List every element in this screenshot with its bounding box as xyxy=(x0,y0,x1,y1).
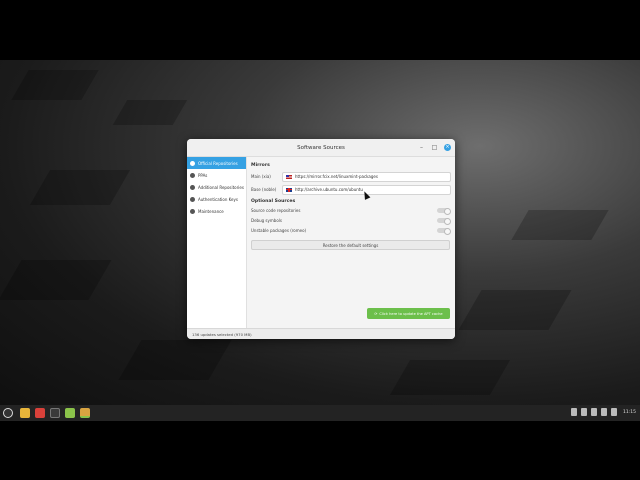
debug-symbols-label: Debug symbols xyxy=(251,217,282,223)
gb-flag-icon xyxy=(286,187,292,192)
refresh-icon: ⟳ xyxy=(374,311,378,316)
sidebar-item-official-repositories[interactable]: Official Repositories xyxy=(187,157,246,169)
ppa-icon xyxy=(190,172,195,178)
base-mirror-row: Base (noble) http://archive.ubuntu.com/u… xyxy=(251,184,451,195)
window-title: Software Sources xyxy=(297,144,345,151)
update-manager-icon[interactable] xyxy=(65,408,75,418)
shield-icon[interactable] xyxy=(581,408,588,416)
menu-icon[interactable] xyxy=(3,408,13,418)
optional-source-row: Debug symbols xyxy=(251,215,451,225)
update-apt-cache-button[interactable]: ⟳ Click here to update the APT cache xyxy=(367,308,450,319)
minimize-button[interactable]: – xyxy=(418,144,425,151)
maximize-button[interactable]: □ xyxy=(431,144,438,151)
sidebar-item-label: Additional Repositories xyxy=(198,184,244,190)
unstable-packages-label: Unstable packages (romeo) xyxy=(251,227,307,233)
software-sources-icon[interactable] xyxy=(80,408,90,418)
source-code-label: Source code repositories xyxy=(251,207,301,213)
title-bar[interactable]: Software Sources – □ × xyxy=(187,139,455,157)
main-mirror-url: https://mirror.fcix.net/linuxmint-packag… xyxy=(295,174,378,179)
maintenance-icon xyxy=(190,208,195,214)
source-code-toggle[interactable] xyxy=(437,207,451,215)
sidebar-item-label: Authentication Keys xyxy=(198,196,238,202)
update-apt-cache-label: Click here to update the APT cache xyxy=(379,311,443,316)
optional-sources-heading: Optional Sources xyxy=(251,199,296,204)
optional-source-row: Source code repositories xyxy=(251,205,451,215)
close-button[interactable]: × xyxy=(444,144,451,151)
restore-defaults-button[interactable]: Restore the default settings xyxy=(251,240,450,250)
status-bar: 136 updates selected (970 MB) xyxy=(187,328,455,339)
main-mirror-label: Main (xia) xyxy=(251,174,271,179)
sidebar-item-additional-repositories[interactable]: Additional Repositories xyxy=(187,181,246,193)
sidebar-item-label: PPAs xyxy=(198,172,208,178)
update-status-icon[interactable] xyxy=(591,408,598,416)
taskbar: 11:15 xyxy=(0,405,640,421)
sidebar-item-label: Maintenance xyxy=(198,208,224,214)
desktop-tile xyxy=(11,70,99,100)
terminal-icon[interactable] xyxy=(50,408,60,418)
network-icon[interactable] xyxy=(601,408,608,416)
base-mirror-url: http://archive.ubuntu.com/ubuntu xyxy=(295,187,363,192)
additional-repos-icon xyxy=(190,184,195,190)
optional-source-row: Unstable packages (romeo) xyxy=(251,225,451,235)
clock[interactable]: 11:15 xyxy=(623,410,636,415)
mirrors-heading: Mirrors xyxy=(251,163,270,168)
system-tray: 11:15 xyxy=(571,408,636,416)
volume-icon[interactable] xyxy=(611,408,618,416)
main-mirror-button[interactable]: https://mirror.fcix.net/linuxmint-packag… xyxy=(282,171,451,182)
desktop-tile xyxy=(118,340,232,380)
software-manager-icon[interactable] xyxy=(35,408,45,418)
sidebar-item-authentication-keys[interactable]: Authentication Keys xyxy=(187,193,246,205)
sidebar: Official Repositories PPAs Additional Re… xyxy=(187,157,247,328)
clipboard-icon[interactable] xyxy=(571,408,578,416)
base-mirror-label: Base (noble) xyxy=(251,187,277,192)
desktop-tile xyxy=(29,170,131,205)
files-icon[interactable] xyxy=(20,408,30,418)
desktop-tile xyxy=(458,290,572,330)
desktop-tile xyxy=(112,100,188,125)
desktop-tile xyxy=(389,360,511,395)
unstable-packages-toggle[interactable] xyxy=(437,227,451,235)
sidebar-item-ppas[interactable]: PPAs xyxy=(187,169,246,181)
key-icon xyxy=(190,196,195,202)
sidebar-item-maintenance[interactable]: Maintenance xyxy=(187,205,246,217)
desktop-tile xyxy=(0,260,112,300)
sidebar-item-label: Official Repositories xyxy=(198,160,238,166)
official-repos-icon xyxy=(190,160,195,166)
debug-symbols-toggle[interactable] xyxy=(437,217,451,225)
main-content: Mirrors Main (xia) https://mirror.fcix.n… xyxy=(251,161,451,250)
desktop-tile xyxy=(511,210,609,240)
us-flag-icon xyxy=(286,174,292,179)
status-text: 136 updates selected (970 MB) xyxy=(192,331,252,337)
main-mirror-row: Main (xia) https://mirror.fcix.net/linux… xyxy=(251,171,451,182)
software-sources-window: Software Sources – □ × Official Reposito… xyxy=(187,139,455,339)
